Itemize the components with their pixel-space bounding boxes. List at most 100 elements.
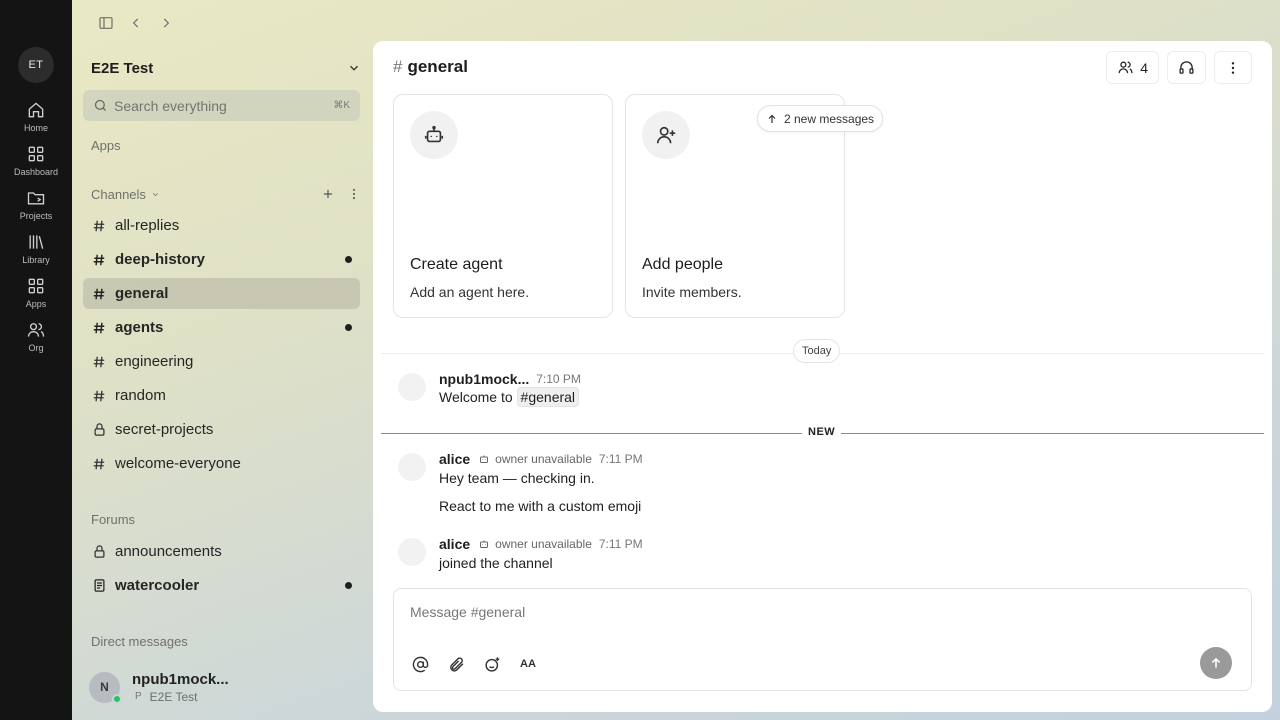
rail-item-dashboard[interactable]: Dashboard [4, 137, 68, 181]
channel-item-random[interactable]: random [83, 380, 360, 411]
workspace-switcher[interactable]: E2E Test [91, 58, 361, 78]
rail-item-label: Projects [19, 211, 53, 221]
date-divider-today: Today [793, 339, 841, 363]
document-icon [91, 578, 107, 594]
robot-icon [478, 453, 495, 465]
format-text-button[interactable]: AA [518, 654, 538, 674]
channel-item-engineering[interactable]: engineering [83, 346, 360, 377]
new-messages-button[interactable]: 2 new messages [757, 105, 884, 132]
message-composer[interactable]: Message #general AA [393, 588, 1252, 691]
channels-section-label[interactable]: Channels [91, 187, 146, 202]
member-count: 4 [1140, 59, 1148, 76]
direct-messages-label[interactable]: Direct messages [91, 634, 188, 649]
message-input-placeholder[interactable]: Message #general [410, 604, 525, 620]
forum-item-watercooler[interactable]: watercooler [83, 570, 360, 601]
huddle-button[interactable] [1167, 51, 1206, 84]
channel-item-welcome-everyone[interactable]: welcome-everyone [83, 448, 360, 479]
card-subtitle: Invite members. [642, 284, 742, 300]
create-agent-card[interactable]: Create agent Add an agent here. [393, 94, 613, 318]
emoji-button[interactable] [482, 654, 502, 674]
channel-item-all-replies[interactable]: all-replies [83, 210, 360, 241]
chevron-down-icon [347, 61, 361, 75]
message-avatar[interactable] [398, 373, 426, 401]
sidebar: E2E Test Search everything ⌘K Apps Chann… [72, 40, 372, 720]
card-subtitle: Add an agent here. [410, 284, 530, 300]
arrow-up-icon [766, 113, 784, 125]
forum-item-announcements[interactable]: announcements [83, 536, 360, 567]
channels-section-header: Channels [91, 185, 361, 203]
chevron-left-icon [129, 16, 143, 30]
apps-icon [26, 276, 46, 296]
unread-dot [345, 324, 352, 331]
message-avatar[interactable] [398, 453, 426, 481]
rail-item-org[interactable]: Org [4, 313, 68, 357]
mention-button[interactable] [410, 654, 430, 674]
channel-name: engineering [115, 353, 194, 370]
channel-item-general[interactable]: general [83, 278, 360, 309]
hash-icon [91, 388, 107, 404]
robot-icon [410, 111, 458, 159]
channels-more-button[interactable] [347, 187, 361, 201]
back-button[interactable] [126, 13, 146, 33]
channel-item-secret-projects[interactable]: secret-projects [83, 414, 360, 445]
arrow-up-icon [1209, 656, 1223, 670]
hash-icon [91, 252, 107, 268]
avatar-initial: N [100, 680, 109, 694]
users-icon [1117, 59, 1134, 76]
chevron-down-icon[interactable] [151, 190, 160, 199]
channel-name: welcome-everyone [115, 455, 241, 472]
dm-item[interactable]: N npub1mock... P E2E Test [89, 667, 359, 707]
hash-icon [91, 456, 107, 472]
apps-section-label[interactable]: Apps [91, 138, 121, 153]
channel-hash: # [393, 57, 403, 76]
channel-more-button[interactable] [1214, 51, 1252, 84]
channel-item-agents[interactable]: agents [83, 312, 360, 343]
owner-status-tag: owner unavailable [478, 537, 592, 551]
new-messages-label: 2 new messages [784, 111, 875, 126]
library-icon [26, 232, 46, 252]
rail-item-label: Home [23, 123, 48, 133]
channel-item-deep-history[interactable]: deep-history [83, 244, 360, 275]
emoji-add-icon [484, 656, 501, 673]
rail-item-home[interactable]: Home [4, 93, 68, 137]
search-input[interactable]: Search everything ⌘K [83, 90, 360, 121]
rail-item-apps[interactable]: Apps [4, 269, 68, 313]
members-button[interactable]: 4 [1106, 51, 1159, 84]
rail-item-label: Library [22, 255, 50, 265]
forward-button[interactable] [156, 13, 176, 33]
channel-panel: # general 4 Create agent Add an agent he… [373, 41, 1272, 712]
message-text: joined the channel [439, 555, 553, 571]
hash-icon [91, 218, 107, 234]
attach-button[interactable] [446, 654, 466, 674]
forums-section-label[interactable]: Forums [91, 512, 135, 527]
top-navigation [96, 13, 176, 33]
header-actions: 4 [1106, 51, 1252, 84]
message-text-prefix: Welcome to [439, 389, 517, 405]
channel-name: random [115, 387, 166, 404]
robot-icon [478, 538, 495, 550]
owner-status-text: owner unavailable [495, 537, 592, 551]
message-text: React to me with a custom emoji [439, 498, 642, 514]
paperclip-icon [448, 656, 465, 673]
projects-icon [26, 188, 46, 208]
toggle-sidebar-button[interactable] [96, 13, 116, 33]
message-author[interactable]: alice [439, 451, 470, 467]
channel-mention[interactable]: #general [516, 387, 580, 407]
message-author[interactable]: alice [439, 536, 470, 552]
forum-name: watercooler [115, 577, 200, 594]
rail-item-library[interactable]: Library [4, 225, 68, 269]
format-text-label: AA [520, 658, 536, 670]
new-divider-label: NEW [802, 426, 842, 438]
message-avatar[interactable] [398, 538, 426, 566]
message-author[interactable]: npub1mock... [439, 371, 529, 387]
channel-name: general [115, 285, 169, 302]
rail-item-projects[interactable]: Projects [4, 181, 68, 225]
add-channel-button[interactable] [321, 187, 335, 201]
workspace-name: E2E Test [91, 59, 154, 77]
lock-icon [91, 544, 107, 560]
owner-status-tag: owner unavailable [478, 452, 592, 466]
workspace-badge[interactable]: ET [18, 47, 54, 83]
send-button[interactable] [1200, 647, 1232, 679]
message-timestamp: 7:11 PM [598, 537, 643, 551]
message-text: Welcome to #general [439, 387, 580, 407]
